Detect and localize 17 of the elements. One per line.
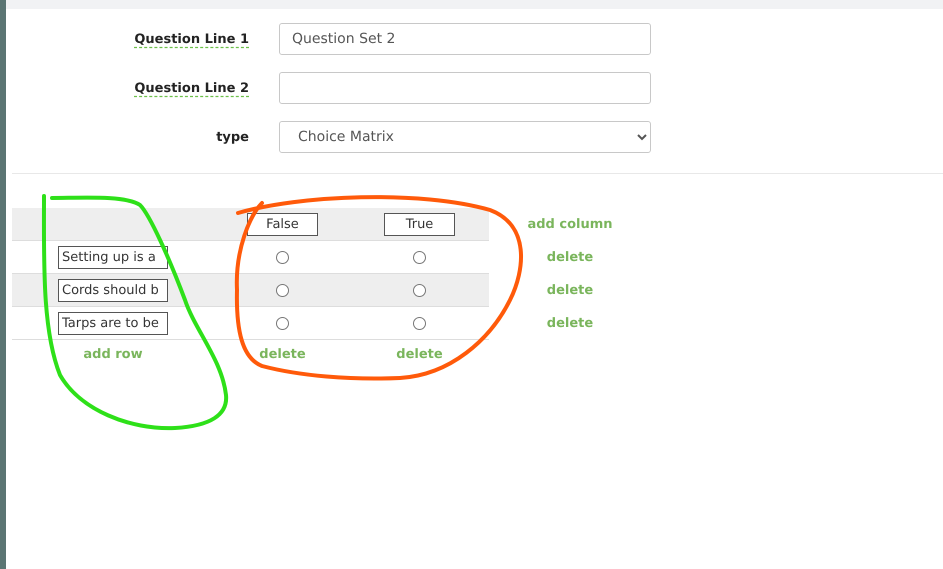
select-field[interactable]: Choice Matrix bbox=[279, 121, 651, 153]
field-label: type bbox=[215, 130, 249, 144]
column-field[interactable]: False bbox=[247, 212, 318, 236]
radio-button[interactable] bbox=[413, 250, 426, 264]
radio-button[interactable] bbox=[413, 284, 426, 296]
field-label: Question Line 1 bbox=[133, 32, 249, 46]
radio-button[interactable] bbox=[276, 284, 289, 296]
statement-field[interactable]: Tarps are to be bbox=[58, 312, 168, 334]
radio-button[interactable] bbox=[276, 316, 289, 330]
radio-button[interactable] bbox=[276, 250, 289, 264]
text-field[interactable]: Question Set 2 bbox=[279, 23, 651, 55]
column-field[interactable]: True bbox=[384, 212, 455, 236]
field-label: Question Line 2 bbox=[133, 80, 249, 96]
radio-button[interactable] bbox=[413, 316, 426, 330]
statement-field[interactable]: Setting up is a bbox=[58, 246, 168, 268]
text-field[interactable] bbox=[279, 72, 651, 104]
statement-field[interactable]: Cords should b bbox=[58, 278, 168, 302]
